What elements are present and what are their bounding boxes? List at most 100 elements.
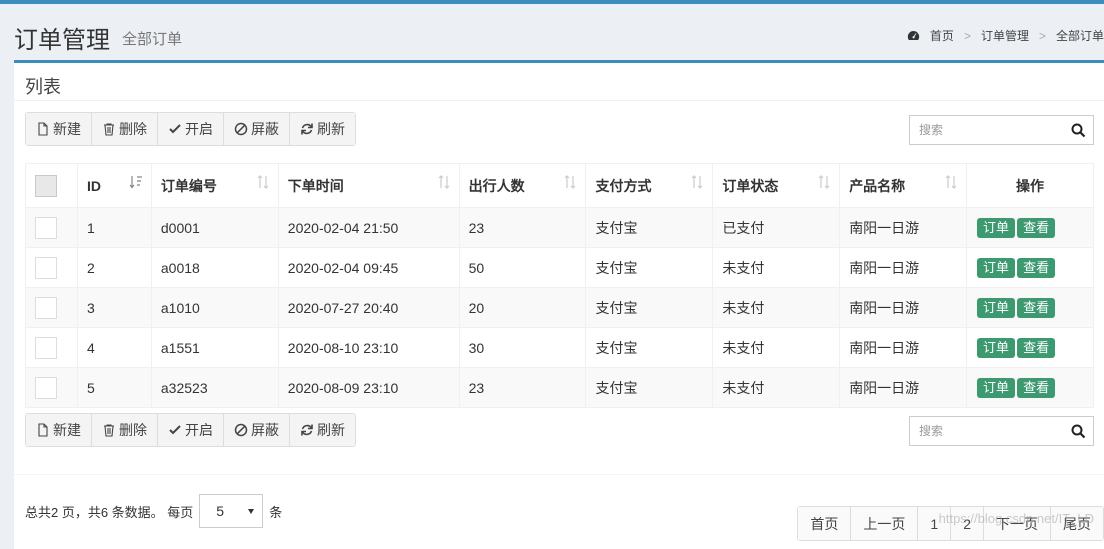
refresh-button[interactable]: 刷新 bbox=[290, 113, 355, 145]
search-input[interactable] bbox=[910, 116, 1060, 144]
enable-button[interactable]: 开启 bbox=[158, 414, 224, 446]
refresh-button-label: 刷新 bbox=[317, 422, 345, 438]
page-subtitle: 全部订单 bbox=[122, 31, 183, 48]
view-button[interactable]: 查看 bbox=[1017, 297, 1056, 318]
refresh-button[interactable]: 刷新 bbox=[290, 414, 355, 446]
view-button[interactable]: 查看 bbox=[1017, 337, 1056, 358]
column-header-order-no[interactable]: 订单编号 bbox=[150, 163, 279, 208]
order-button[interactable]: 订单 bbox=[977, 257, 1016, 278]
row-checkbox[interactable] bbox=[35, 336, 57, 359]
cell-id: 4 bbox=[76, 327, 152, 368]
breadcrumb-separator: > bbox=[1038, 28, 1046, 43]
cell-payment: 支付宝 bbox=[585, 327, 714, 368]
column-header-status[interactable]: 订单状态 bbox=[712, 163, 841, 208]
list-box: 列表 新建 删除 开启 屏蔽 刷新 搜索 ID 订单编号 下单时间 出行人数 支… bbox=[14, 60, 1104, 549]
block-button[interactable]: 屏蔽 bbox=[224, 113, 290, 145]
refresh-icon bbox=[301, 123, 313, 135]
check-icon bbox=[169, 425, 181, 435]
cell-id: 2 bbox=[76, 247, 152, 288]
breadcrumb-separator: > bbox=[963, 28, 971, 43]
sort-icon[interactable] bbox=[563, 174, 577, 190]
sort-desc-icon[interactable] bbox=[129, 174, 143, 190]
new-button-label: 新建 bbox=[53, 121, 81, 137]
cell-status: 未支付 bbox=[712, 327, 841, 368]
order-button[interactable]: 订单 bbox=[977, 297, 1016, 318]
cell-order-no: a1551 bbox=[150, 327, 279, 368]
page-size-select[interactable]: 5 bbox=[199, 494, 264, 528]
box-title: 列表 bbox=[25, 77, 61, 97]
page-first[interactable]: 首页 bbox=[798, 507, 852, 540]
cell-payment: 支付宝 bbox=[585, 247, 714, 288]
file-icon bbox=[38, 122, 48, 136]
cell-actions: 订单 查看 bbox=[966, 287, 1094, 328]
column-header-order-time[interactable]: 下单时间 bbox=[277, 163, 460, 208]
sort-icon[interactable] bbox=[690, 174, 704, 190]
cell-order-no: d0001 bbox=[150, 207, 279, 248]
cell-people: 30 bbox=[458, 327, 587, 368]
trash-icon bbox=[104, 424, 114, 437]
cell-people: 23 bbox=[458, 367, 587, 408]
select-all-checkbox[interactable] bbox=[35, 174, 57, 197]
new-button[interactable]: 新建 bbox=[26, 414, 92, 446]
delete-button[interactable]: 删除 bbox=[92, 414, 158, 446]
cell-people: 23 bbox=[458, 207, 587, 248]
column-header-people[interactable]: 出行人数 bbox=[458, 163, 587, 208]
select-all-cell bbox=[25, 163, 78, 208]
column-header-actions: 操作 bbox=[966, 163, 1094, 208]
block-button-label: 屏蔽 bbox=[251, 121, 279, 137]
column-header-id[interactable]: ID bbox=[76, 163, 152, 208]
row-checkbox[interactable] bbox=[35, 256, 57, 279]
view-button[interactable]: 查看 bbox=[1017, 257, 1056, 278]
cell-status: 未支付 bbox=[712, 247, 841, 288]
search-icon[interactable] bbox=[1071, 123, 1086, 138]
row-checkbox[interactable] bbox=[35, 376, 57, 399]
order-button[interactable]: 订单 bbox=[977, 337, 1016, 358]
toolbar-top: 新建 删除 开启 屏蔽 刷新 bbox=[25, 112, 356, 146]
view-button[interactable]: 查看 bbox=[1017, 377, 1056, 398]
new-button[interactable]: 新建 bbox=[26, 113, 92, 145]
cell-time: 2020-02-04 09:45 bbox=[277, 247, 460, 288]
summary-text: 总共2 页，共6 条数据。 每页 bbox=[25, 504, 194, 520]
view-button[interactable]: 查看 bbox=[1017, 217, 1056, 238]
table-row: 4 a1551 2020-08-10 23:10 30 支付宝 未支付 南阳一日… bbox=[25, 327, 1094, 368]
check-icon bbox=[169, 124, 181, 134]
delete-button[interactable]: 删除 bbox=[92, 113, 158, 145]
cell-order-no: a1010 bbox=[150, 287, 279, 328]
sort-icon[interactable] bbox=[944, 174, 958, 190]
sort-icon[interactable] bbox=[256, 174, 270, 190]
enable-button[interactable]: 开启 bbox=[158, 113, 224, 145]
block-button-label: 屏蔽 bbox=[251, 422, 279, 438]
chevron-down-icon bbox=[248, 508, 255, 514]
cell-product: 南阳一日游 bbox=[839, 327, 968, 368]
enable-button-label: 开启 bbox=[185, 422, 213, 438]
page-title: 订单管理 bbox=[14, 27, 110, 54]
enable-button-label: 开启 bbox=[185, 121, 213, 137]
refresh-button-label: 刷新 bbox=[317, 121, 345, 137]
cell-people: 50 bbox=[458, 247, 587, 288]
sort-icon[interactable] bbox=[817, 174, 831, 190]
column-header-product[interactable]: 产品名称 bbox=[839, 163, 968, 208]
row-checkbox[interactable] bbox=[35, 296, 57, 319]
search-input[interactable] bbox=[910, 417, 1060, 445]
table-row: 2 a0018 2020-02-04 09:45 50 支付宝 未支付 南阳一日… bbox=[25, 247, 1094, 288]
breadcrumb-all-orders: 全部订单 bbox=[1055, 29, 1104, 43]
delete-button-label: 删除 bbox=[119, 422, 147, 438]
file-icon bbox=[38, 423, 48, 437]
cell-id: 5 bbox=[76, 367, 152, 408]
block-button[interactable]: 屏蔽 bbox=[224, 414, 290, 446]
box-header: 列表 bbox=[14, 63, 1104, 101]
order-button[interactable]: 订单 bbox=[977, 377, 1016, 398]
cell-status: 已支付 bbox=[712, 207, 841, 248]
page-size-value: 5 bbox=[216, 503, 225, 519]
page-prev[interactable]: 上一页 bbox=[851, 507, 919, 540]
breadcrumb-home[interactable]: 首页 bbox=[930, 27, 954, 44]
cell-id: 3 bbox=[76, 287, 152, 328]
sort-icon[interactable] bbox=[437, 174, 451, 190]
order-button[interactable]: 订单 bbox=[977, 217, 1016, 238]
search-icon[interactable] bbox=[1071, 424, 1086, 439]
breadcrumb-order-management[interactable]: 订单管理 bbox=[981, 27, 1029, 44]
column-header-payment[interactable]: 支付方式 bbox=[585, 163, 714, 208]
cell-actions: 订单 查看 bbox=[966, 207, 1094, 248]
row-checkbox[interactable] bbox=[35, 216, 57, 239]
cell-time: 2020-08-09 23:10 bbox=[277, 367, 460, 408]
